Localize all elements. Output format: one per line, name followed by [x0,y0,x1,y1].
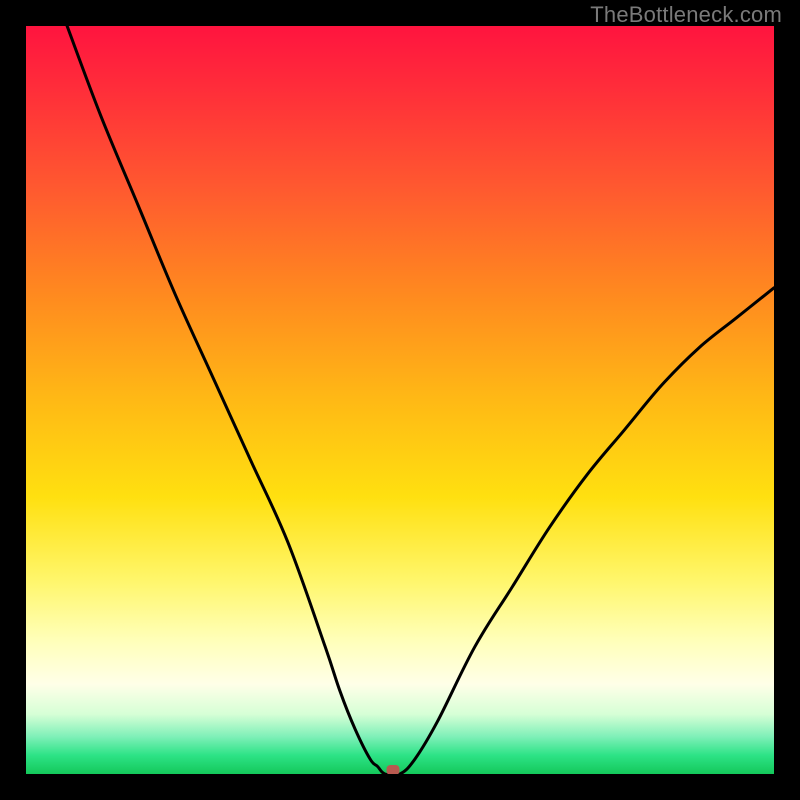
plot-area [26,26,774,774]
chart-frame: TheBottleneck.com [0,0,800,800]
watermark-text: TheBottleneck.com [590,2,782,28]
bottleneck-curve [26,26,774,774]
minimum-marker [386,765,399,774]
